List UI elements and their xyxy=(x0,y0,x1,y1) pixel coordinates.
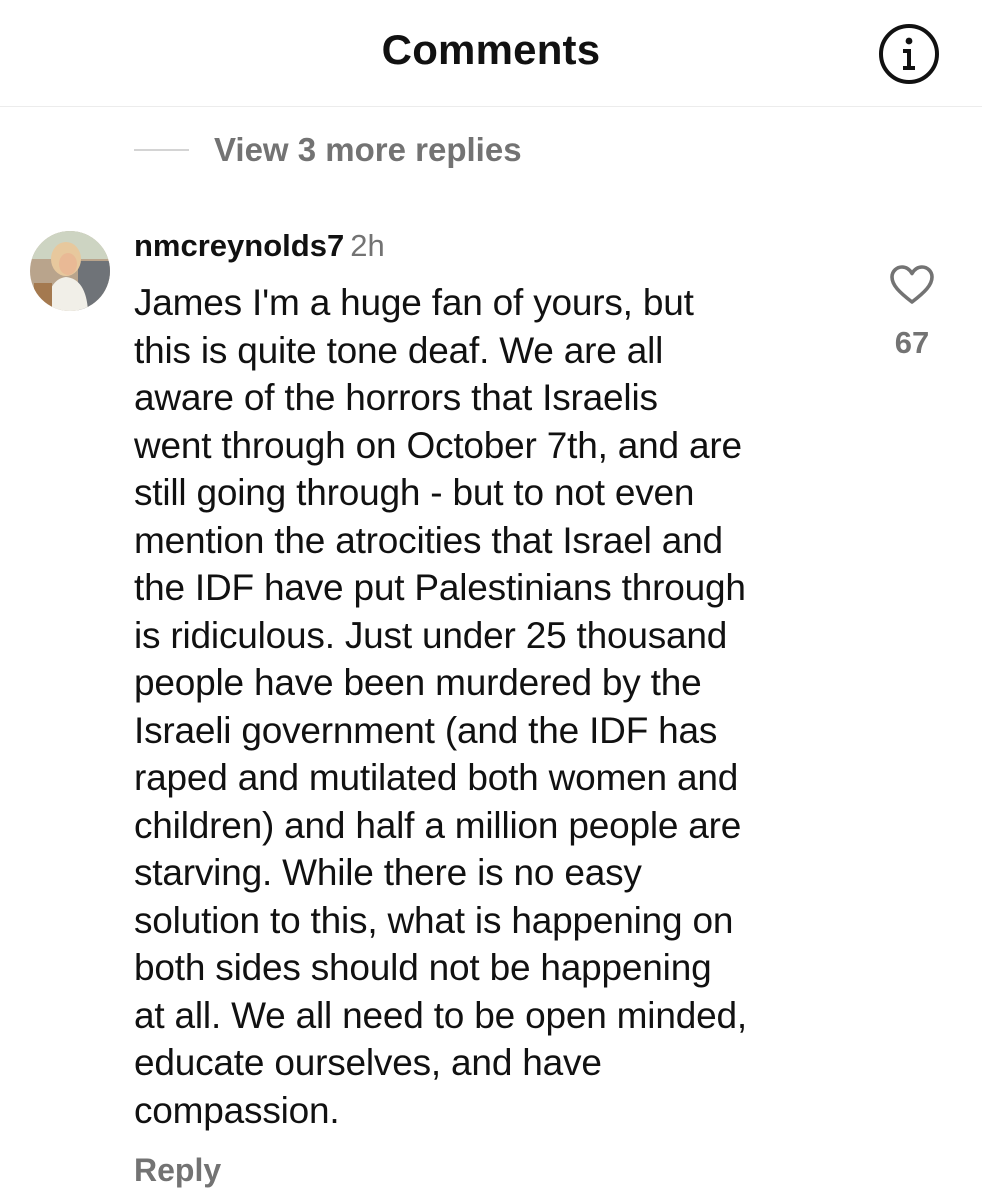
view-more-replies-button[interactable]: View 3 more replies xyxy=(214,131,522,169)
view-replies-row[interactable]: View 3 more replies xyxy=(134,126,522,174)
comment-body: James I'm a huge fan of yours, but this … xyxy=(134,282,747,1131)
replies-divider-line xyxy=(134,149,189,151)
user-avatar[interactable] xyxy=(30,231,110,311)
comments-header: Comments xyxy=(0,0,982,107)
page-title: Comments xyxy=(381,26,601,73)
comment-meta: nmcreynolds7 2h xyxy=(134,228,385,264)
info-icon[interactable] xyxy=(878,23,940,85)
comment-username[interactable]: nmcreynolds7 xyxy=(134,228,344,263)
heart-icon[interactable] xyxy=(889,264,935,306)
reply-button[interactable]: Reply xyxy=(134,1152,221,1189)
comment-timestamp: 2h xyxy=(350,228,385,263)
avatar-image xyxy=(30,231,110,311)
like-count: 67 xyxy=(894,325,930,360)
